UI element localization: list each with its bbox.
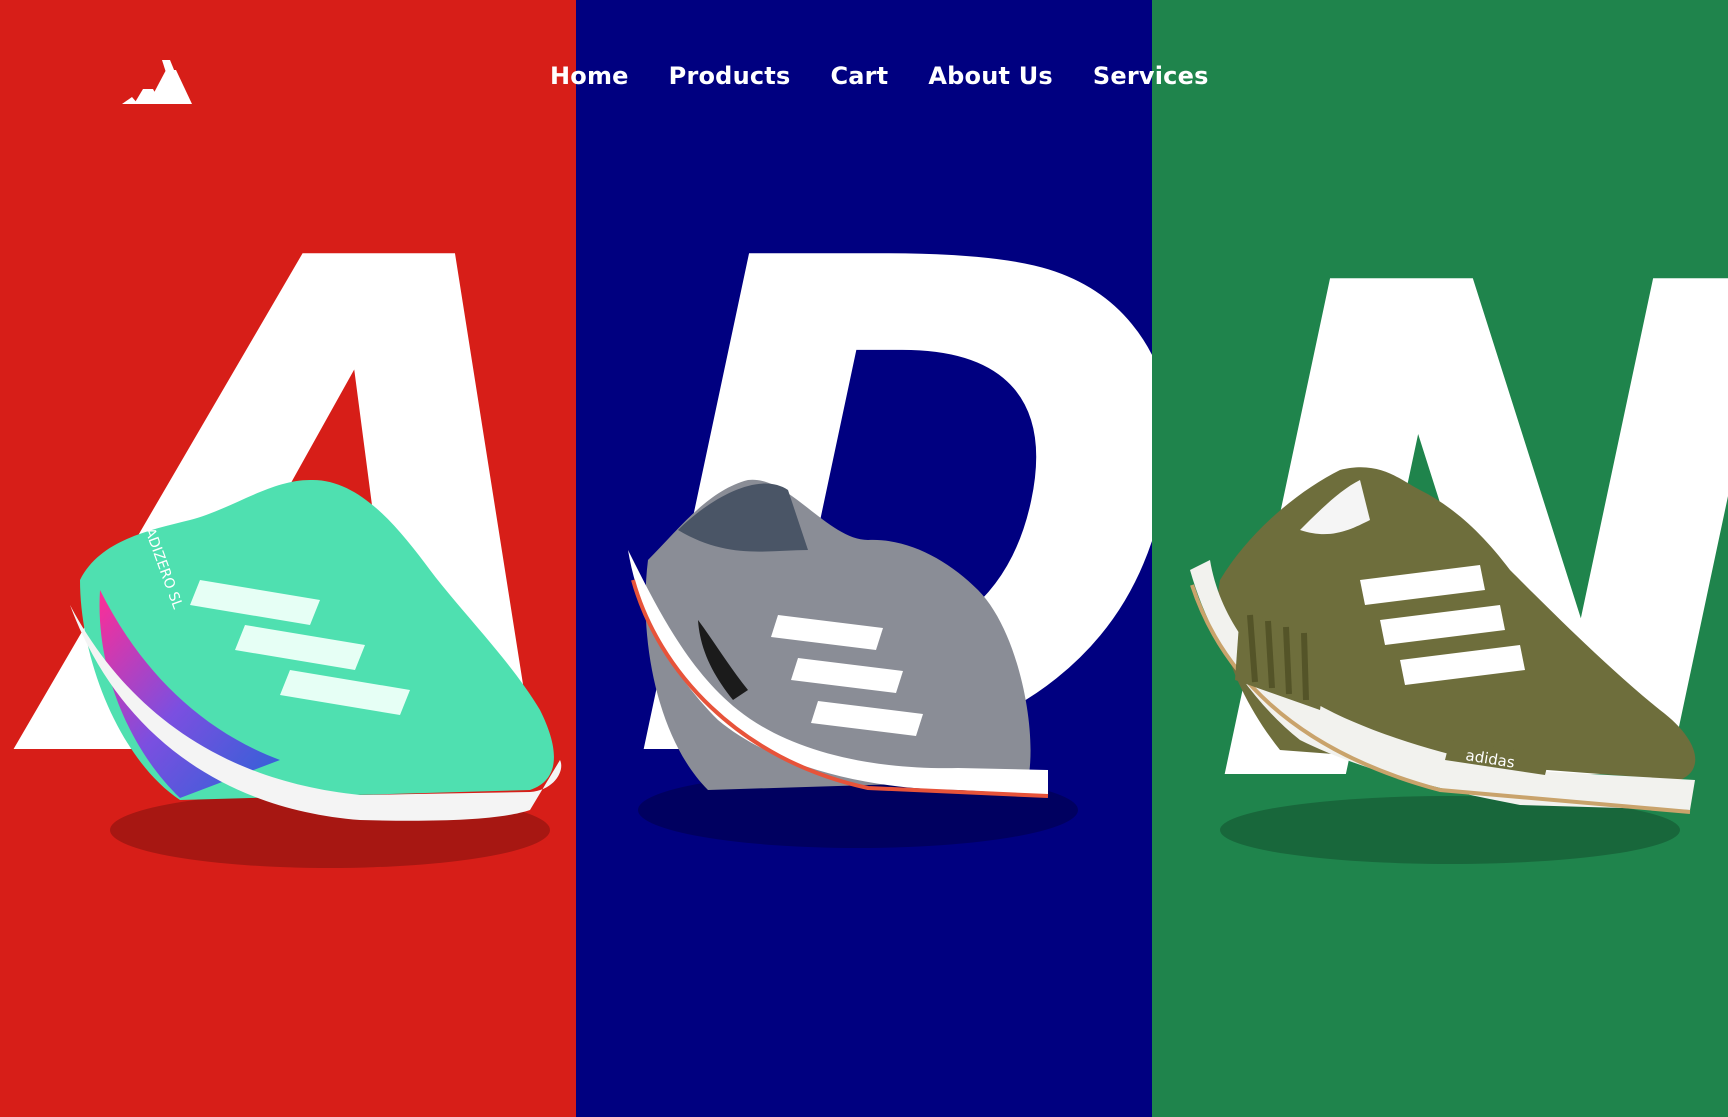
- top-navigation: Home Products Cart About Us Services: [0, 60, 1728, 104]
- adidas-logo-icon[interactable]: [120, 60, 196, 110]
- hero-panel-red: A ADIZERO SL: [0, 0, 576, 1117]
- nav-services-link[interactable]: Services: [1093, 62, 1209, 90]
- nav-cart-link[interactable]: Cart: [830, 62, 888, 90]
- nav-home-link[interactable]: Home: [550, 62, 629, 90]
- nav-about-us-link[interactable]: About Us: [928, 62, 1053, 90]
- hero-panel-blue: D: [576, 0, 1152, 1117]
- grey-running-shoe-icon[interactable]: [618, 470, 1118, 870]
- olive-nmd-shoe-icon[interactable]: adidas: [1180, 410, 1720, 870]
- nav-products-link[interactable]: Products: [669, 62, 791, 90]
- teal-running-shoe-icon[interactable]: ADIZERO SL: [60, 460, 576, 880]
- nav-menu: Home Products Cart About Us Services: [550, 62, 1209, 90]
- hero-panel-green: N adidas: [1152, 0, 1728, 1117]
